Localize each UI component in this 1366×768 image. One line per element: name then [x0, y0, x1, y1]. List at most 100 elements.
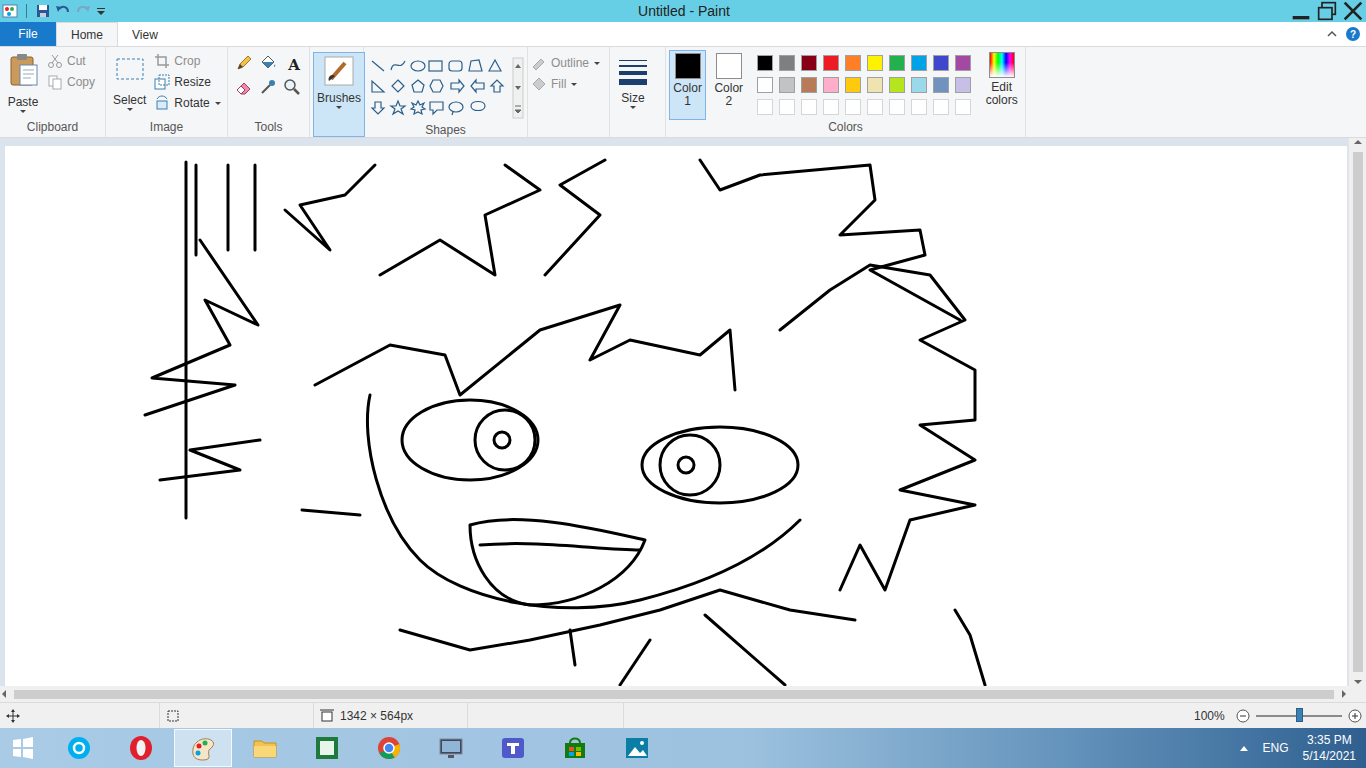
minimize-icon[interactable]: [1288, 1, 1314, 21]
fill-bucket-icon[interactable]: [259, 54, 277, 72]
taskbar-app[interactable]: [298, 729, 356, 767]
start-button[interactable]: [0, 728, 46, 768]
copy-button[interactable]: Copy: [47, 73, 95, 91]
palette-swatch[interactable]: [757, 99, 773, 115]
taskbar-app[interactable]: [174, 729, 232, 767]
outline-button-label: Outline: [551, 56, 589, 70]
scroll-right-icon[interactable]: [1340, 689, 1348, 699]
palette-swatch[interactable]: [757, 55, 773, 71]
color1-button[interactable]: Color1: [669, 50, 706, 120]
scrollbar-thumb[interactable]: [1353, 152, 1363, 672]
rotate-button-label: Rotate: [174, 96, 209, 110]
dropdown-arrow-icon: [593, 61, 601, 66]
taskbar-app[interactable]: [484, 729, 542, 767]
palette-swatch[interactable]: [933, 99, 949, 115]
palette-swatch[interactable]: [889, 99, 905, 115]
drawing-canvas[interactable]: [5, 146, 1347, 686]
palette-swatch[interactable]: [845, 55, 861, 71]
resize-button[interactable]: Resize: [154, 73, 221, 91]
zoom-in-icon[interactable]: [1348, 709, 1362, 723]
window-controls: [1066, 1, 1366, 21]
select-button[interactable]: Select: [109, 50, 150, 120]
rotate-button[interactable]: Rotate: [154, 94, 221, 112]
palette-swatch[interactable]: [955, 77, 971, 93]
copy-icon: [47, 74, 63, 90]
taskbar-app[interactable]: [360, 729, 418, 767]
palette-swatch[interactable]: [845, 99, 861, 115]
collapse-ribbon-icon[interactable]: [1326, 28, 1338, 40]
taskbar-app[interactable]: [608, 729, 666, 767]
palette-swatch[interactable]: [801, 55, 817, 71]
zoom-out-icon[interactable]: [1236, 709, 1250, 723]
vertical-scrollbar[interactable]: [1348, 138, 1366, 686]
palette-swatch[interactable]: [867, 55, 883, 71]
scroll-left-icon[interactable]: [0, 689, 8, 699]
show-hidden-icons-icon[interactable]: [1239, 744, 1249, 752]
outline-button[interactable]: Outline: [531, 54, 601, 72]
customize-dropdown-icon[interactable]: [95, 3, 107, 19]
ribbon-tab[interactable]: File: [0, 22, 56, 46]
palette-swatch[interactable]: [889, 55, 905, 71]
palette-swatch[interactable]: [955, 55, 971, 71]
taskbar-app[interactable]: [112, 729, 170, 767]
scrollbar-thumb[interactable]: [14, 690, 1334, 699]
ribbon-tab[interactable]: Home: [56, 22, 118, 46]
palette-swatch[interactable]: [955, 99, 971, 115]
palette-swatch[interactable]: [801, 99, 817, 115]
palette-swatch[interactable]: [911, 55, 927, 71]
palette-swatch[interactable]: [779, 99, 795, 115]
restore-icon[interactable]: [1314, 1, 1340, 21]
clock[interactable]: 3:35 PM5/14/2021: [1303, 732, 1356, 764]
ribbon-tab[interactable]: View: [118, 23, 172, 46]
palette-swatch[interactable]: [911, 99, 927, 115]
undo-icon[interactable]: [55, 3, 71, 19]
help-button[interactable]: ?: [1346, 27, 1360, 41]
pencil-icon[interactable]: [235, 54, 253, 72]
size-button[interactable]: Size: [613, 52, 653, 137]
palette-swatch[interactable]: [911, 77, 927, 93]
close-icon[interactable]: [1340, 1, 1366, 21]
palette-swatch[interactable]: [889, 77, 905, 93]
zoom-slider-thumb[interactable]: [1296, 708, 1303, 722]
palette-swatch[interactable]: [779, 77, 795, 93]
palette-swatch[interactable]: [933, 55, 949, 71]
color-picker-icon[interactable]: [259, 78, 277, 96]
palette-swatch[interactable]: [757, 77, 773, 93]
eraser-icon[interactable]: [235, 78, 253, 96]
save-icon[interactable]: [35, 3, 51, 19]
taskbar-app[interactable]: [422, 729, 480, 767]
palette-swatch[interactable]: [801, 77, 817, 93]
palette-swatch[interactable]: [933, 77, 949, 93]
cut-button[interactable]: Cut: [47, 52, 95, 70]
zoom-slider[interactable]: [1256, 715, 1342, 717]
redo-icon[interactable]: [75, 3, 91, 19]
paint-app-icon[interactable]: [2, 3, 18, 19]
magnifier-icon[interactable]: [283, 78, 301, 96]
crop-button[interactable]: Crop: [154, 52, 221, 70]
palette-swatch[interactable]: [823, 55, 839, 71]
palette-swatch[interactable]: [823, 77, 839, 93]
taskbar-app[interactable]: [50, 729, 108, 767]
palette-swatch[interactable]: [779, 55, 795, 71]
text-tool-button[interactable]: A: [283, 54, 305, 76]
scroll-down-icon[interactable]: [1353, 678, 1363, 686]
dropdown-arrow-icon: [126, 107, 134, 112]
taskbar-app[interactable]: [236, 729, 294, 767]
palette-swatch[interactable]: [867, 77, 883, 93]
palette-swatch[interactable]: [867, 99, 883, 115]
brushes-button[interactable]: Brushes: [313, 52, 365, 137]
opera-icon: [127, 734, 155, 762]
palette-swatch[interactable]: [823, 99, 839, 115]
edit-colors-button[interactable]: Edit colors: [981, 50, 1022, 120]
tools-group: ATools: [228, 47, 310, 137]
paste-button[interactable]: Paste: [3, 50, 43, 120]
scroll-up-icon[interactable]: [1353, 138, 1363, 146]
shapes-gallery-icon[interactable]: [367, 56, 527, 120]
dropdown-arrow-icon: [570, 82, 578, 87]
clock-date: 5/14/2021: [1303, 748, 1356, 764]
palette-swatch[interactable]: [845, 77, 861, 93]
color2-button[interactable]: Color2: [710, 50, 747, 120]
taskbar-app[interactable]: [546, 729, 604, 767]
fill-button[interactable]: Fill: [531, 75, 601, 93]
horizontal-scrollbar[interactable]: [0, 686, 1348, 702]
